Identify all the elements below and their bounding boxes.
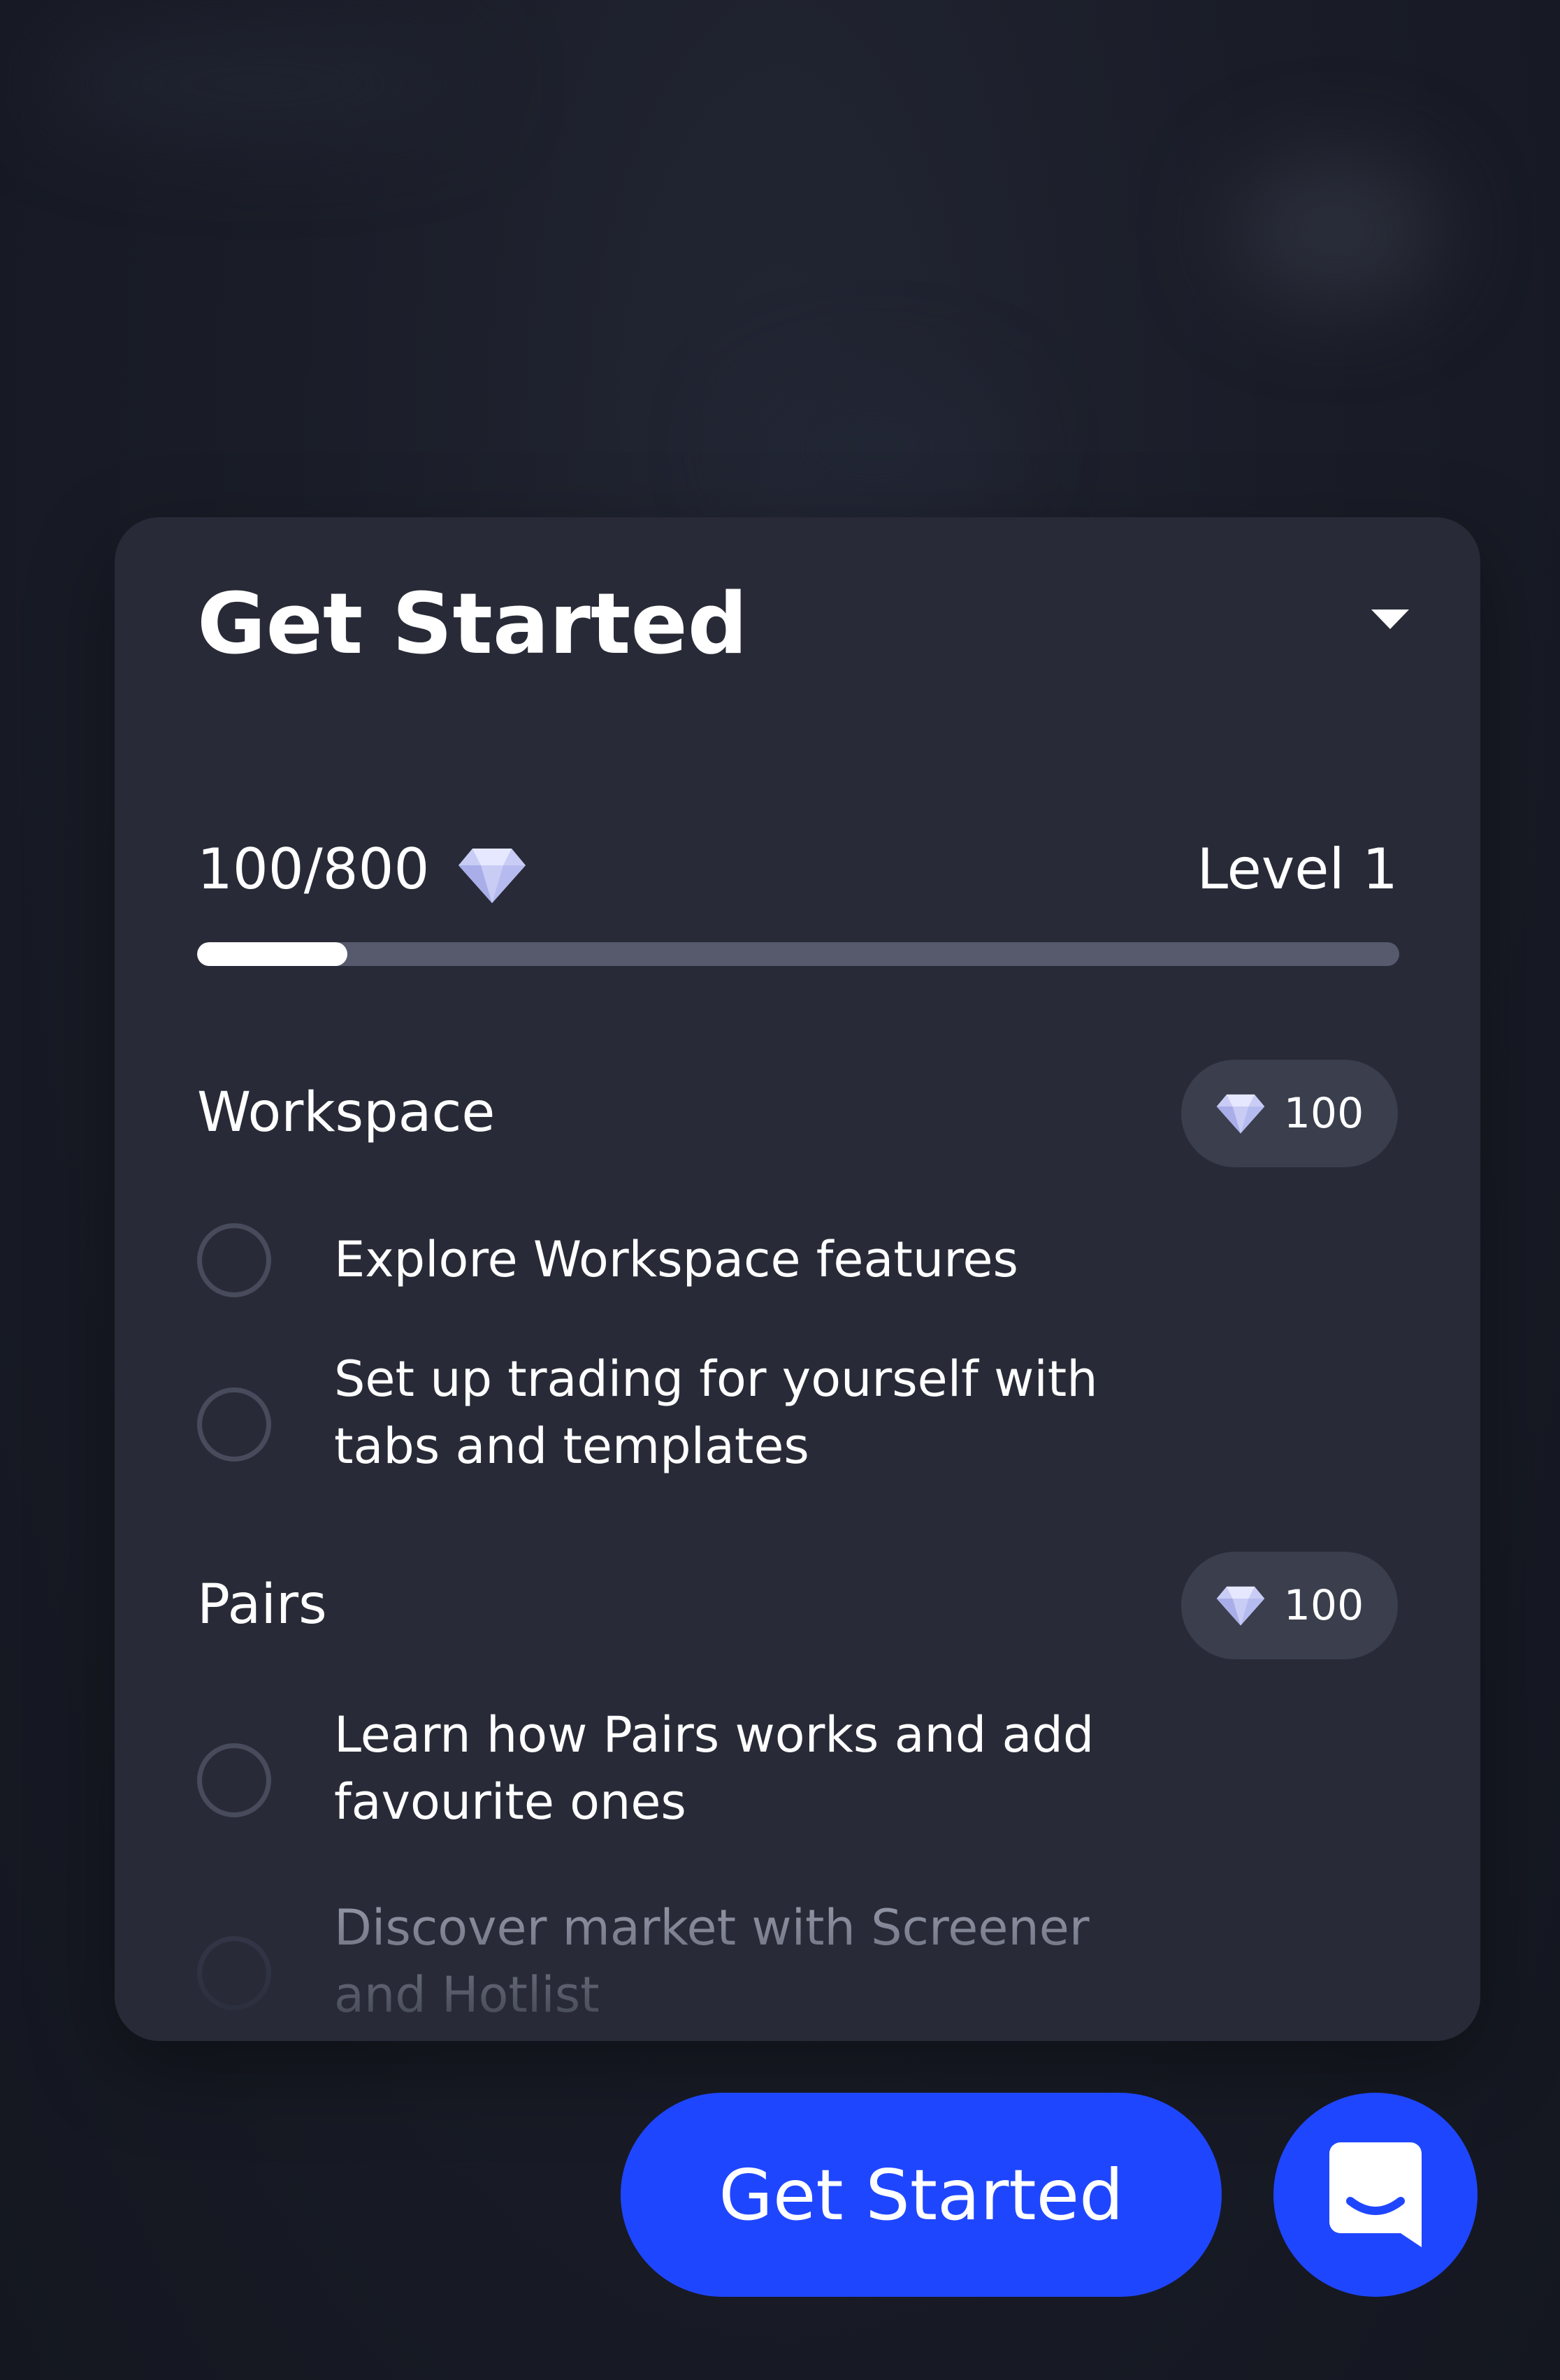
task-checkbox[interactable] [197,1223,271,1297]
task-label: Set up trading for yourself with tabs an… [334,1350,1098,1475]
task-label: Explore Workspace features [334,1231,1018,1288]
section-title-pairs: Pairs [197,1573,327,1636]
diamond-icon [1216,1094,1265,1134]
progress-bar-fill [197,942,347,966]
section-title-workspace: Workspace [197,1081,496,1144]
caret-down-icon[interactable] [1359,596,1422,644]
get-started-panel: Get Started 100/800 Level 1 Workspace 10… [115,517,1480,2041]
progress-points: 100/800 [197,837,430,902]
task-checkbox[interactable] [197,1936,271,2010]
task-checkbox[interactable] [197,1387,271,1462]
task-label: Discover market with Screener and Hotlis… [334,1899,1090,2024]
reward-badge: 100 [1181,1060,1398,1167]
task-checkbox[interactable] [197,1743,271,1817]
get-started-button[interactable]: Get Started [621,2093,1222,2297]
reward-badge: 100 [1181,1552,1398,1659]
chat-support-button[interactable] [1273,2093,1478,2297]
reward-value: 100 [1283,1089,1364,1138]
panel-title: Get Started [197,576,748,673]
diamond-icon [1216,1586,1265,1626]
background-blur [42,28,475,140]
task-label: Learn how Pairs works and add favourite … [334,1706,1095,1831]
diamond-icon [458,849,526,903]
level-label: Level 1 [1197,837,1399,902]
chat-support-icon [1329,2142,1422,2247]
reward-value: 100 [1283,1581,1364,1630]
background-blur [1230,154,1440,308]
progress-bar [197,942,1399,966]
background-blur [741,377,1006,517]
